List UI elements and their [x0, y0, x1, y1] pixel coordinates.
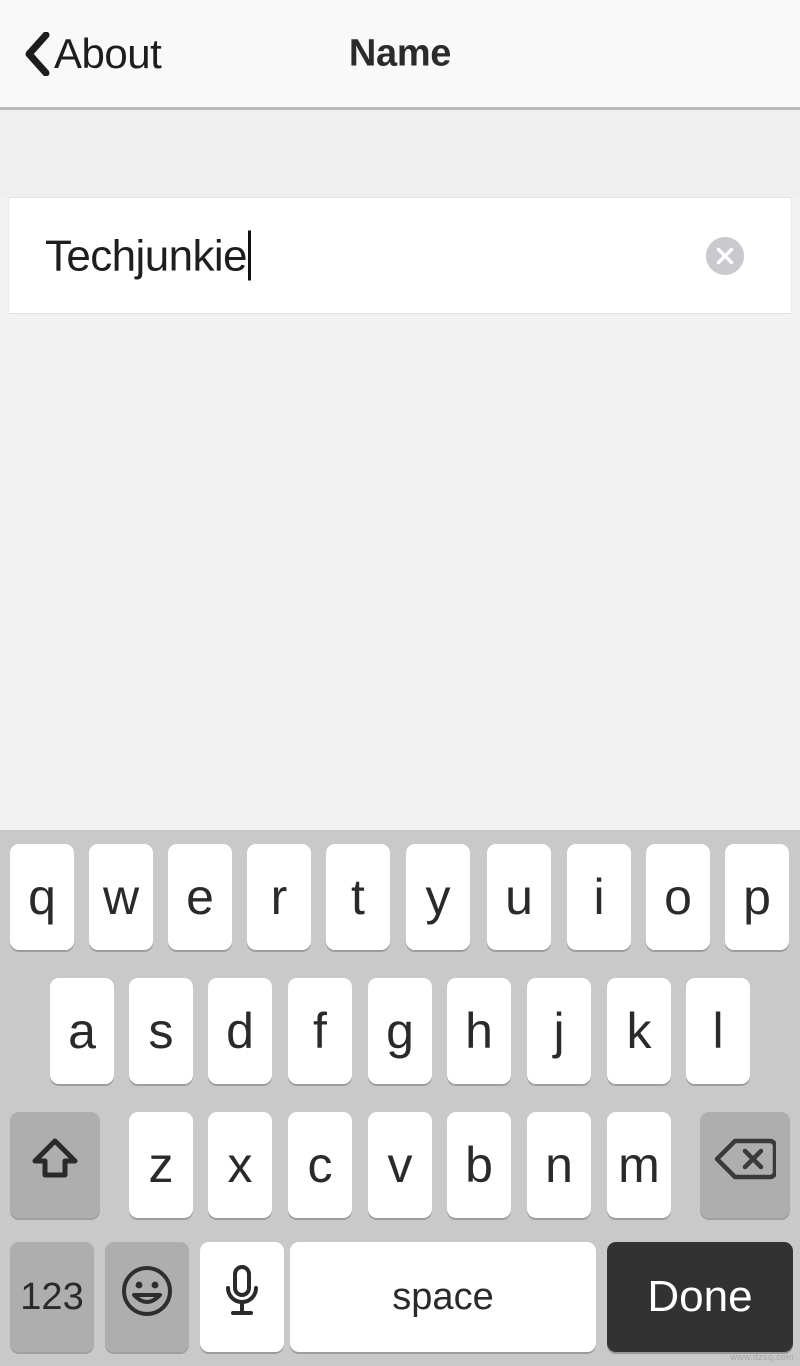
- key-label: u: [505, 869, 533, 925]
- key-j[interactable]: j: [527, 978, 591, 1084]
- key-u[interactable]: u: [487, 844, 551, 950]
- key-label: 123: [20, 1275, 84, 1318]
- key-b[interactable]: b: [447, 1112, 511, 1218]
- key-w[interactable]: w: [89, 844, 153, 950]
- key-backspace[interactable]: [700, 1112, 790, 1218]
- key-c[interactable]: c: [288, 1112, 352, 1218]
- key-y[interactable]: y: [406, 844, 470, 950]
- key-label: e: [186, 869, 214, 925]
- key-label: d: [226, 1003, 254, 1059]
- smiley-face-icon: [118, 1262, 176, 1332]
- key-label: o: [664, 869, 692, 925]
- key-x[interactable]: x: [208, 1112, 272, 1218]
- key-label: space: [392, 1275, 494, 1318]
- key-label: i: [593, 869, 605, 925]
- key-label: b: [465, 1137, 493, 1193]
- name-text-field[interactable]: Techjunkie: [8, 197, 792, 314]
- form-top-spacer: [0, 110, 800, 197]
- keyboard-row-3: z x c v b n m: [0, 1098, 800, 1232]
- key-label: w: [102, 869, 140, 925]
- key-label: r: [270, 869, 288, 925]
- key-t[interactable]: t: [326, 844, 390, 950]
- key-s[interactable]: s: [129, 978, 193, 1084]
- key-label: f: [313, 1003, 327, 1059]
- key-o[interactable]: o: [646, 844, 710, 950]
- navigation-bar: About Name: [0, 0, 800, 110]
- key-label: g: [386, 1003, 414, 1059]
- key-label: n: [545, 1137, 573, 1193]
- watermark: www.dzsq.com: [730, 1352, 794, 1362]
- key-label: h: [465, 1003, 493, 1059]
- key-label: p: [743, 869, 771, 925]
- key-v[interactable]: v: [368, 1112, 432, 1218]
- key-label: a: [68, 1003, 96, 1059]
- key-shift[interactable]: [10, 1112, 100, 1218]
- backspace-delete-icon: [714, 1136, 778, 1194]
- key-d[interactable]: d: [208, 978, 272, 1084]
- clear-circle-x-icon[interactable]: [706, 236, 744, 275]
- key-label: s: [148, 1003, 174, 1059]
- page-title: Name: [348, 32, 452, 74]
- name-field-value: Techjunkie: [45, 231, 248, 280]
- key-label: y: [425, 869, 451, 925]
- key-label: j: [553, 1003, 565, 1059]
- microphone-icon: [220, 1261, 264, 1333]
- name-field-value-wrap: Techjunkie: [45, 230, 251, 281]
- key-label: z: [148, 1137, 174, 1193]
- keyboard-row-1: q w e r t y u i o p: [0, 830, 800, 964]
- key-l[interactable]: l: [686, 978, 750, 1084]
- key-h[interactable]: h: [447, 978, 511, 1084]
- key-k[interactable]: k: [607, 978, 671, 1084]
- key-label: q: [28, 869, 56, 925]
- text-cursor: [247, 230, 251, 280]
- key-emoji[interactable]: [105, 1242, 189, 1352]
- key-m[interactable]: m: [607, 1112, 671, 1218]
- key-e[interactable]: e: [168, 844, 232, 950]
- key-numbers[interactable]: 123: [10, 1242, 94, 1352]
- empty-content-region: [0, 314, 800, 828]
- key-space[interactable]: space: [290, 1242, 596, 1352]
- key-dictation[interactable]: [200, 1242, 284, 1352]
- key-label: v: [387, 1137, 413, 1193]
- key-label: c: [307, 1137, 333, 1193]
- key-label: m: [618, 1137, 660, 1193]
- key-g[interactable]: g: [368, 978, 432, 1084]
- key-label: t: [351, 869, 365, 925]
- content-area: Techjunkie: [0, 110, 800, 830]
- key-p[interactable]: p: [725, 844, 789, 950]
- key-r[interactable]: r: [247, 844, 311, 950]
- key-n[interactable]: n: [527, 1112, 591, 1218]
- keyboard-row-4: 123 space Done: [0, 1232, 800, 1366]
- key-label: Done: [647, 1272, 753, 1321]
- key-a[interactable]: a: [50, 978, 114, 1084]
- key-q[interactable]: q: [10, 844, 74, 950]
- key-z[interactable]: z: [129, 1112, 193, 1218]
- key-done[interactable]: Done: [607, 1242, 793, 1352]
- key-i[interactable]: i: [567, 844, 631, 950]
- shift-arrow-up-icon: [29, 1133, 81, 1197]
- on-screen-keyboard: q w e r t y u i o p a s d f g h j k l z …: [0, 830, 800, 1366]
- key-f[interactable]: f: [288, 978, 352, 1084]
- keyboard-row-2: a s d f g h j k l: [0, 964, 800, 1098]
- key-label: l: [712, 1003, 724, 1059]
- key-label: x: [227, 1137, 253, 1193]
- key-label: k: [626, 1003, 652, 1059]
